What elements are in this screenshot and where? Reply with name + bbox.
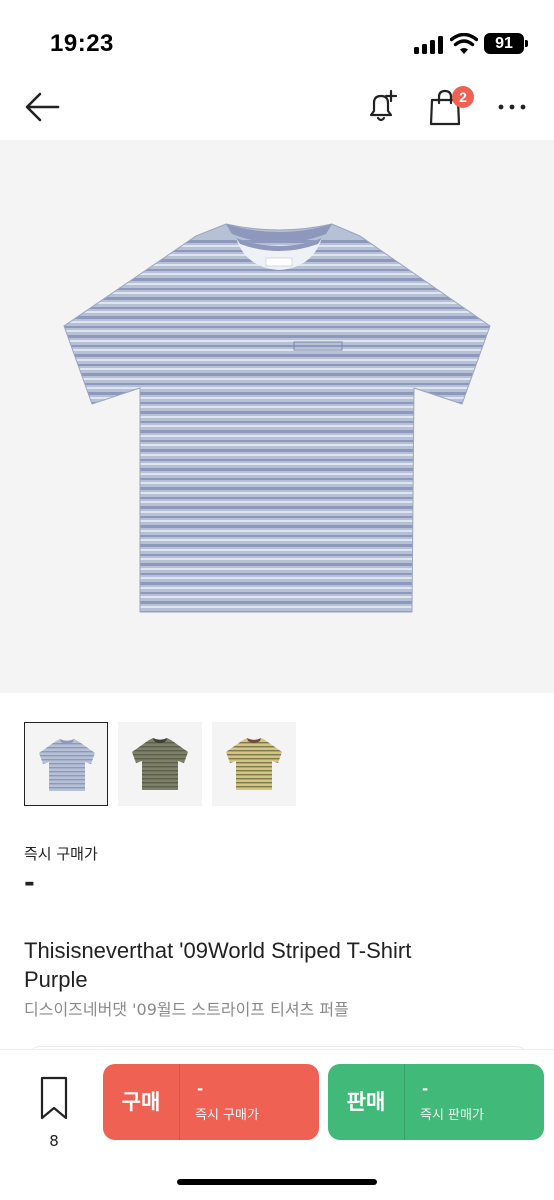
product-image[interactable] — [0, 140, 554, 693]
product-title-korean: 디스이즈네버댓 '09월드 스트라이프 티셔츠 퍼플 — [24, 1000, 349, 1019]
wishlist-button[interactable]: 8 — [32, 1074, 76, 1150]
status-bar: 19:23 91 — [0, 0, 554, 72]
back-button[interactable] — [22, 90, 62, 124]
status-time: 19:23 — [50, 30, 114, 57]
more-button[interactable] — [496, 94, 530, 118]
thumbnail-olive[interactable] — [118, 722, 202, 806]
sell-price-label: 즉시 판매가 — [420, 1108, 484, 1123]
thumbnail-yellow[interactable] — [212, 722, 296, 806]
instant-buy-price-label: 즉시 구매가 — [24, 845, 98, 863]
buy-price: - — [197, 1080, 204, 1098]
buy-label: 구매 — [121, 1090, 161, 1114]
bell-plus-icon — [369, 89, 398, 122]
product-title: Thisisneverthat '09World Striped T-Shirt… — [24, 938, 412, 992]
notify-button[interactable] — [364, 88, 402, 126]
thumbnail-purple[interactable] — [24, 722, 108, 806]
bookmark-icon — [40, 1076, 68, 1120]
cellular-signal-icon — [414, 36, 444, 54]
wishlist-count: 8 — [49, 1132, 59, 1150]
sell-divider — [404, 1064, 405, 1140]
battery-indicator: 91 — [484, 33, 528, 54]
tshirt-thumbnail-image — [226, 738, 282, 790]
more-horizontal-icon — [498, 104, 526, 110]
bottom-action-bar: 8 구매 - 즉시 구매가 판매 - 즉시 판매가 — [0, 1050, 554, 1200]
tshirt-thumbnail-image — [132, 738, 188, 790]
buy-price-label: 즉시 구매가 — [195, 1108, 259, 1123]
wifi-icon — [450, 33, 478, 54]
instant-buy-price-value: - — [24, 868, 35, 898]
buy-divider — [179, 1064, 180, 1140]
arrow-left-icon — [25, 92, 60, 122]
home-indicator — [177, 1179, 377, 1185]
tshirt-image — [63, 223, 491, 613]
cart-count-badge: 2 — [452, 86, 474, 108]
sell-label: 판매 — [346, 1090, 386, 1114]
buy-button[interactable]: 구매 - 즉시 구매가 — [103, 1064, 319, 1140]
cart-button[interactable]: 2 — [428, 86, 478, 128]
sell-button[interactable]: 판매 - 즉시 판매가 — [328, 1064, 544, 1140]
app-header: 2 — [0, 72, 554, 140]
sell-price: - — [422, 1080, 429, 1098]
tshirt-thumbnail-image — [39, 739, 95, 791]
